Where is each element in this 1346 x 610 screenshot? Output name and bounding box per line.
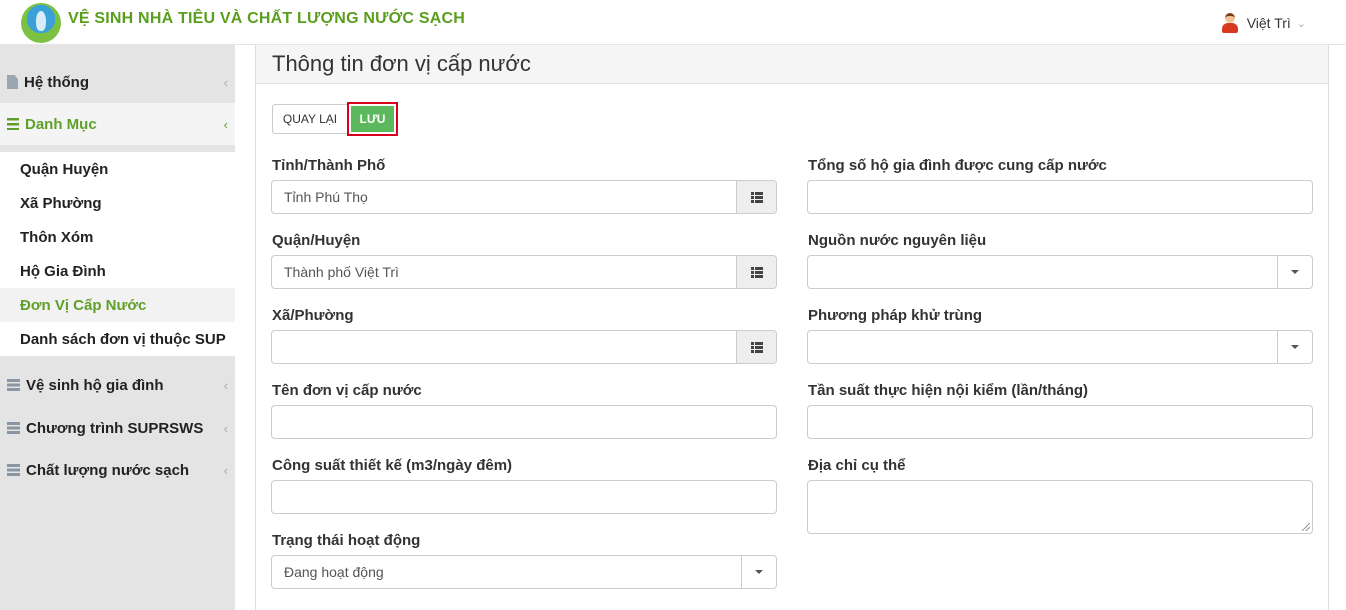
back-button[interactable]: QUAY LẠI: [272, 104, 348, 134]
capacity-input[interactable]: [271, 480, 777, 514]
submenu-item-quan-huyen[interactable]: Quận Huyện: [0, 152, 235, 186]
user-name: Việt Trì: [1246, 15, 1291, 31]
list-icon: [750, 341, 763, 353]
app-logo: [21, 3, 61, 43]
province-label: Tỉnh/Thành Phố: [272, 157, 386, 174]
sidebar: Hệ thống ‹ Danh Mục ‹ Quận Huyện Xã Phườ…: [0, 45, 235, 610]
water-source-dropdown-toggle[interactable]: [1277, 256, 1312, 288]
inspection-freq-label: Tần suất thực hiện nội kiểm (lần/tháng): [808, 382, 1089, 399]
water-source-select[interactable]: [807, 255, 1313, 289]
chevron-down-icon: ⌄: [1296, 17, 1306, 30]
submenu-item-danh-sach-sup[interactable]: Danh sách đơn vị thuộc SUP: [0, 322, 235, 356]
top-bar: VỆ SINH NHÀ TIÊU VÀ CHẤT LƯỢNG NƯỚC SẠCH…: [0, 0, 1346, 45]
district-picker-button[interactable]: [736, 256, 776, 288]
panel-header: Thông tin đơn vị cấp nước: [256, 45, 1328, 84]
sidebar-item-chat-luong-nuoc-sach[interactable]: Chất lượng nước sạch ‹: [0, 449, 235, 491]
disinfection-select[interactable]: [807, 330, 1313, 364]
province-picker-button[interactable]: [736, 181, 776, 213]
ward-field[interactable]: [271, 330, 777, 364]
status-dropdown-toggle[interactable]: [741, 556, 776, 588]
ward-label: Xã/Phường: [272, 307, 354, 324]
chevron-left-icon: ‹: [223, 74, 228, 90]
sidebar-item-label: Chất lượng nước sạch: [26, 461, 190, 479]
inspection-freq-input[interactable]: [807, 405, 1313, 439]
database-icon: [7, 422, 20, 434]
status-select[interactable]: Đang hoạt động: [271, 555, 777, 589]
district-label: Quận/Huyện: [272, 232, 361, 249]
app-title: VỆ SINH NHÀ TIÊU VÀ CHẤT LƯỢNG NƯỚC SẠCH: [68, 10, 465, 27]
water-source-label: Nguồn nước nguyên liệu: [808, 232, 987, 249]
list-icon: [750, 266, 763, 278]
status-label: Trạng thái hoạt động: [272, 532, 421, 549]
list-icon: [750, 191, 763, 203]
disinfection-label: Phương pháp khử trùng: [808, 307, 983, 324]
sidebar-item-label: Vệ sinh hộ gia đình: [26, 376, 164, 394]
households-label: Tổng số hộ gia đình được cung cấp nước: [808, 157, 1107, 174]
resize-handle-icon[interactable]: [1302, 523, 1310, 531]
district-value: Thành phố Việt Trì: [284, 264, 399, 280]
database-icon: [7, 379, 20, 391]
households-input[interactable]: [807, 180, 1313, 214]
chevron-left-icon: ‹: [223, 420, 228, 436]
sidebar-item-label: Hệ thống: [24, 73, 89, 91]
disinfection-dropdown-toggle[interactable]: [1277, 331, 1312, 363]
province-field[interactable]: Tỉnh Phú Thọ: [271, 180, 777, 214]
save-button[interactable]: LƯU: [347, 102, 398, 136]
sidebar-item-he-thong[interactable]: Hệ thống ‹: [0, 61, 235, 103]
database-icon: [7, 464, 20, 476]
address-textarea[interactable]: [807, 480, 1313, 534]
user-avatar-icon: [1219, 12, 1241, 34]
status-value: Đang hoạt động: [284, 564, 384, 580]
sidebar-item-chuong-trinh-suprsws[interactable]: Chương trình SUPRSWS ‹: [0, 407, 235, 449]
sidebar-item-ve-sinh-ho-gia-dinh[interactable]: Vệ sinh hộ gia đình ‹: [0, 364, 235, 406]
capacity-label: Công suất thiết kế (m3/ngày đêm): [272, 457, 513, 474]
caret-down-icon: [1291, 345, 1299, 349]
unit-name-label: Tên đơn vị cấp nước: [272, 382, 422, 399]
ward-picker-button[interactable]: [736, 331, 776, 363]
unit-name-input[interactable]: [271, 405, 777, 439]
chevron-left-icon: ‹: [223, 377, 228, 393]
chevron-left-icon: ‹: [223, 116, 228, 132]
submenu-item-thon-xom[interactable]: Thôn Xóm: [0, 220, 235, 254]
main-panel: Thông tin đơn vị cấp nước QUAY LẠI LƯU T…: [255, 45, 1329, 610]
bars-icon: [7, 118, 19, 130]
address-label: Địa chỉ cụ thể: [808, 457, 906, 474]
submenu-item-don-vi-cap-nuoc[interactable]: Đơn Vị Cấp Nước: [0, 288, 235, 322]
province-value: Tỉnh Phú Thọ: [284, 189, 368, 205]
chevron-left-icon: ‹: [223, 462, 228, 478]
district-field[interactable]: Thành phố Việt Trì: [271, 255, 777, 289]
sidebar-item-danh-muc[interactable]: Danh Mục ‹: [0, 103, 235, 145]
submenu-item-ho-gia-dinh[interactable]: Hộ Gia Đình: [0, 254, 235, 288]
user-menu[interactable]: Việt Trì ⌄: [1219, 12, 1306, 34]
save-button-label: LƯU: [351, 106, 394, 132]
caret-down-icon: [1291, 270, 1299, 274]
sidebar-item-label: Danh Mục: [25, 115, 97, 133]
document-icon: [7, 75, 18, 89]
caret-down-icon: [755, 570, 763, 574]
sidebar-item-label: Chương trình SUPRSWS: [26, 419, 204, 437]
page-title: Thông tin đơn vị cấp nước: [272, 51, 531, 76]
submenu-item-xa-phuong[interactable]: Xã Phường: [0, 186, 235, 220]
